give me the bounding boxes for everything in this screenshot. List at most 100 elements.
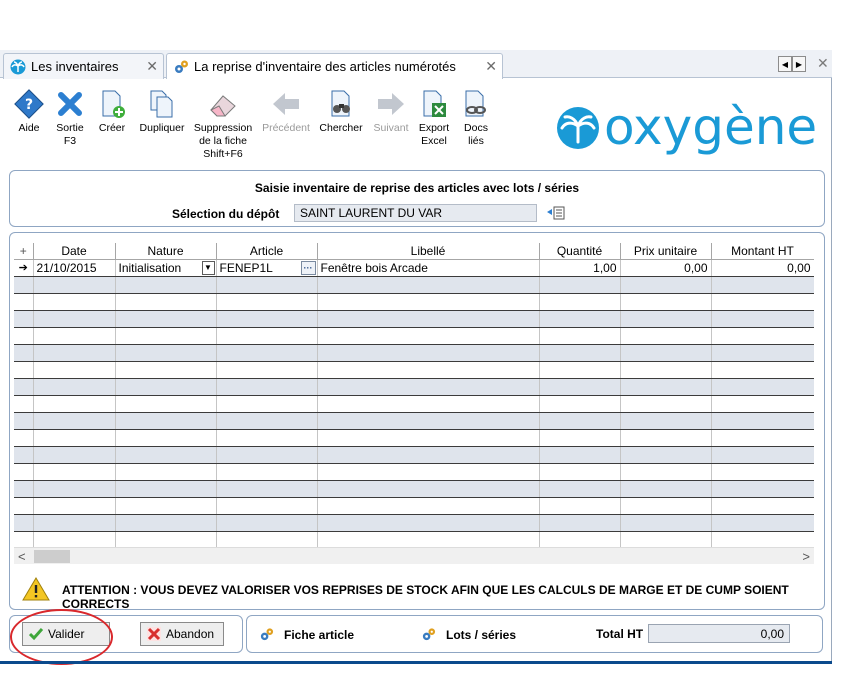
grid-cell[interactable]: [33, 412, 116, 430]
grid-cell[interactable]: [115, 480, 217, 498]
horizontal-scrollbar[interactable]: < >: [14, 547, 814, 564]
close-icon[interactable]: ✕: [485, 58, 497, 75]
grid-cell[interactable]: [115, 310, 217, 328]
grid-cell[interactable]: [33, 276, 116, 294]
scroll-right-icon[interactable]: >: [802, 549, 810, 564]
grid-cell[interactable]: [620, 497, 712, 515]
exit-button[interactable]: Sortie F3: [52, 88, 88, 148]
grid-cell[interactable]: [711, 378, 814, 396]
grid-cell[interactable]: [115, 361, 217, 379]
grid-cell[interactable]: [539, 378, 621, 396]
tab-les-inventaires[interactable]: Les inventaires ✕: [3, 53, 164, 79]
grid-cell[interactable]: [539, 497, 621, 515]
grid-cell[interactable]: [216, 412, 318, 430]
cell-article[interactable]: FENEP1L ···: [216, 259, 318, 277]
grid-cell[interactable]: [620, 531, 712, 549]
column-header-article[interactable]: Article: [216, 243, 318, 260]
grid-cell[interactable]: [620, 327, 712, 345]
tab-reprise-inventaire[interactable]: La reprise d'inventaire des articles num…: [166, 53, 503, 79]
grid-cell[interactable]: [539, 361, 621, 379]
export-excel-button[interactable]: Export Excel: [416, 88, 452, 148]
table-row[interactable]: [14, 361, 814, 379]
grid-cell[interactable]: [115, 395, 217, 413]
grid-cell[interactable]: [33, 429, 116, 447]
duplicate-button[interactable]: Dupliquer: [136, 88, 188, 135]
column-header-montant-ht[interactable]: Montant HT: [711, 243, 814, 260]
grid-cell[interactable]: [711, 429, 814, 447]
table-row[interactable]: [14, 497, 814, 515]
grid-cell[interactable]: [216, 531, 318, 549]
grid-cell[interactable]: [216, 276, 318, 294]
grid-cell[interactable]: [539, 531, 621, 549]
grid-cell[interactable]: [620, 310, 712, 328]
grid-cell[interactable]: [711, 480, 814, 498]
grid-cell[interactable]: [115, 344, 217, 362]
grid-cell[interactable]: [317, 446, 540, 464]
table-row[interactable]: [14, 276, 814, 294]
grid-cell[interactable]: [216, 293, 318, 311]
table-row[interactable]: [14, 395, 814, 413]
grid-cell[interactable]: [711, 395, 814, 413]
grid-cell[interactable]: [317, 514, 540, 532]
table-row[interactable]: [14, 463, 814, 481]
grid-cell[interactable]: [317, 531, 540, 549]
search-button[interactable]: Chercher: [318, 88, 364, 135]
grid-cell[interactable]: [620, 395, 712, 413]
grid-cell[interactable]: [620, 344, 712, 362]
column-header-quantite[interactable]: Quantité: [539, 243, 621, 260]
grid-cell[interactable]: [317, 412, 540, 430]
grid-cell[interactable]: [216, 429, 318, 447]
cell-nature[interactable]: Initialisation ▼: [115, 259, 217, 277]
scrollbar-thumb[interactable]: [34, 550, 70, 563]
grid-cell[interactable]: [620, 480, 712, 498]
cell-montant-ht[interactable]: 0,00: [711, 259, 814, 277]
grid-cell[interactable]: [539, 344, 621, 362]
grid-cell[interactable]: [711, 446, 814, 464]
grid-cell[interactable]: [539, 514, 621, 532]
add-row-icon[interactable]: +: [14, 243, 34, 260]
help-button[interactable]: ? Aide: [12, 88, 46, 135]
lots-series-button[interactable]: Lots / séries: [421, 627, 516, 642]
grid-cell[interactable]: [620, 429, 712, 447]
grid-cell[interactable]: [33, 327, 116, 345]
grid-cell[interactable]: [620, 514, 712, 532]
grid-cell[interactable]: [33, 293, 116, 311]
grid-cell[interactable]: [539, 480, 621, 498]
grid-cell[interactable]: [539, 395, 621, 413]
table-row[interactable]: [14, 480, 814, 498]
grid-cell[interactable]: [216, 480, 318, 498]
grid-cell[interactable]: [115, 293, 217, 311]
grid-cell[interactable]: [33, 344, 116, 362]
grid-cell[interactable]: [317, 344, 540, 362]
create-button[interactable]: Créer: [95, 88, 129, 135]
grid-cell[interactable]: [711, 463, 814, 481]
column-header-nature[interactable]: Nature: [115, 243, 217, 260]
grid-cell[interactable]: [115, 463, 217, 481]
cell-quantite[interactable]: 1,00: [539, 259, 621, 277]
grid-cell[interactable]: [711, 327, 814, 345]
grid-cell[interactable]: [115, 514, 217, 532]
grid-cell[interactable]: [539, 412, 621, 430]
grid-cell[interactable]: [33, 497, 116, 515]
grid-cell[interactable]: [33, 514, 116, 532]
table-row[interactable]: [14, 514, 814, 532]
grid-cell[interactable]: [711, 514, 814, 532]
grid-cell[interactable]: [317, 463, 540, 481]
grid-cell[interactable]: [216, 327, 318, 345]
chevron-down-icon[interactable]: ▼: [201, 260, 215, 275]
grid-cell[interactable]: [711, 310, 814, 328]
table-row[interactable]: [14, 327, 814, 345]
grid-cell[interactable]: [620, 412, 712, 430]
grid-cell[interactable]: [33, 480, 116, 498]
grid-cell[interactable]: [539, 446, 621, 464]
table-row[interactable]: [14, 446, 814, 464]
grid-cell[interactable]: [317, 480, 540, 498]
grid-cell[interactable]: [33, 310, 116, 328]
close-icon[interactable]: ✕: [146, 58, 158, 75]
grid-cell[interactable]: [711, 276, 814, 294]
grid-cell[interactable]: [539, 293, 621, 311]
cell-libelle[interactable]: Fenêtre bois Arcade: [317, 259, 540, 277]
grid-cell[interactable]: [33, 395, 116, 413]
grid-cell[interactable]: [115, 429, 217, 447]
delete-button[interactable]: Suppression de la fiche Shift+F6: [192, 88, 254, 161]
